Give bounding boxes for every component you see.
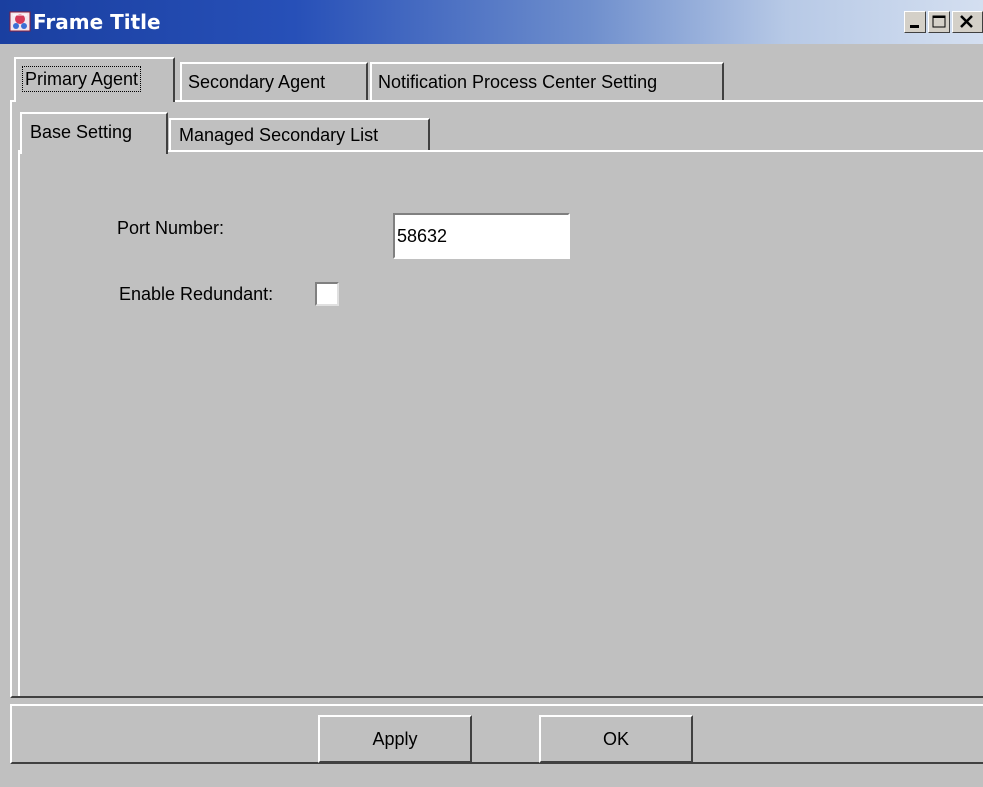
tab-secondary-agent[interactable]: Secondary Agent — [180, 62, 368, 100]
tab-managed-secondary-list[interactable]: Managed Secondary List — [169, 118, 430, 152]
minimize-button[interactable] — [904, 11, 926, 33]
tab-notification-label: Notification Process Center Setting — [378, 72, 658, 92]
maximize-icon — [932, 15, 946, 28]
maximize-button[interactable] — [928, 11, 950, 33]
application-window: Frame Title Primary Agent Secondary Agen… — [0, 0, 983, 787]
window-title: Frame Title — [33, 10, 161, 34]
tab-managed-secondary-list-label: Managed Secondary List — [179, 125, 379, 145]
java-app-icon — [8, 9, 32, 33]
button-bar — [10, 704, 983, 764]
tab-base-setting[interactable]: Base Setting — [20, 112, 168, 154]
tab-primary-agent-label: Primary Agent — [22, 66, 142, 92]
apply-button[interactable]: Apply — [318, 715, 472, 763]
tab-base-setting-label: Base Setting — [30, 122, 133, 142]
enable-redundant-label: Enable Redundant: — [119, 284, 274, 304]
enable-redundant-checkbox[interactable] — [315, 282, 339, 306]
close-icon — [960, 15, 973, 28]
tab-secondary-agent-label: Secondary Agent — [188, 72, 326, 92]
minimize-icon — [910, 25, 919, 28]
title-bar[interactable]: Frame Title — [0, 0, 983, 44]
port-number-input[interactable] — [393, 213, 570, 259]
tab-notification-process-center-setting[interactable]: Notification Process Center Setting — [370, 62, 724, 100]
ok-button[interactable]: OK — [539, 715, 693, 763]
close-button[interactable] — [952, 11, 983, 33]
port-number-label: Port Number: — [117, 218, 225, 238]
tab-primary-agent[interactable]: Primary Agent — [14, 57, 175, 102]
